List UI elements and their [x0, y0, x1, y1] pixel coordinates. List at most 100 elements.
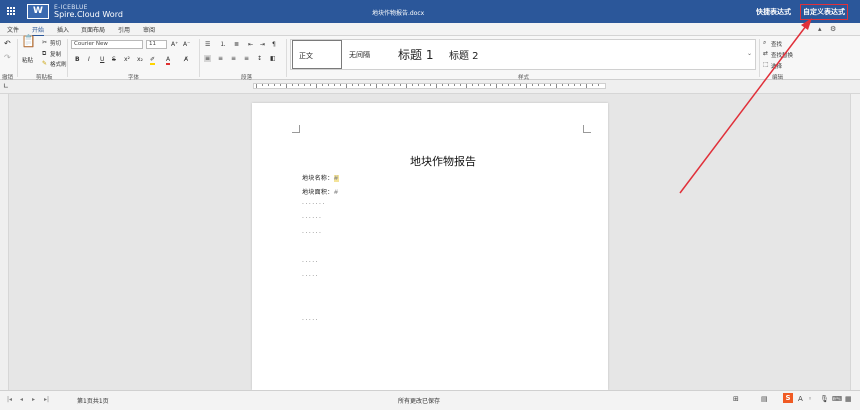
product-name: Spire.Cloud Word: [54, 10, 123, 19]
placeholder-row[interactable]: ······: [302, 230, 322, 237]
placeholder-row[interactable]: ·····: [302, 273, 319, 280]
ruler-tick: [322, 84, 323, 86]
numbered-list-icon[interactable]: ⒈: [220, 41, 226, 48]
increase-indent-icon[interactable]: ⇥: [260, 41, 265, 48]
ruler-tick: [466, 84, 467, 88]
ruler-tick: [496, 84, 497, 88]
tab-stop-selector-icon[interactable]: ∟: [3, 83, 9, 90]
bullet-list-icon[interactable]: ☰: [205, 41, 210, 48]
ribbon: ↶ ↷ 撤销 📋 粘贴 ✂ 剪切 ⧉ 复制 ✎ 格式刷 剪贴板 Courier …: [0, 35, 860, 81]
line-spacing-icon[interactable]: ↕: [257, 55, 262, 62]
tab-insert[interactable]: 插入: [57, 25, 69, 34]
ruler-tick: [424, 84, 425, 86]
ime-english-icon[interactable]: A: [798, 395, 803, 403]
subscript-icon[interactable]: x₂: [137, 56, 143, 63]
strikethrough-icon[interactable]: S: [112, 56, 116, 63]
highlight-icon[interactable]: ✐: [150, 56, 156, 65]
placeholder-row[interactable]: ·····: [302, 259, 319, 266]
language-icon[interactable]: ⊞: [733, 395, 739, 403]
multilevel-list-icon[interactable]: ≣: [234, 41, 239, 48]
ruler-tick: [310, 84, 311, 86]
ruler-tick: [502, 84, 503, 86]
document-line-plot-area[interactable]: 地块面积：#: [302, 187, 339, 196]
shading-icon[interactable]: ◧: [270, 55, 276, 62]
style-no-spacing[interactable]: 无间隔: [343, 40, 391, 69]
document-page[interactable]: 地块作物报告 地块名称：# 地块面积：# ······· ······ ····…: [252, 103, 608, 390]
find-replace-icon[interactable]: ⇄: [763, 50, 768, 57]
justify-icon[interactable]: ≡: [244, 55, 249, 62]
clear-format-icon[interactable]: A̸: [184, 56, 188, 63]
undo-icon[interactable]: ↶: [4, 40, 11, 48]
ruler-tick: [544, 84, 545, 86]
ruler-tick: [538, 84, 539, 86]
style-heading-1[interactable]: 标题 1: [392, 40, 442, 69]
tab-references[interactable]: 引用: [118, 25, 130, 34]
find-replace-button-label[interactable]: 查找替换: [771, 51, 793, 59]
cut-button-label[interactable]: 剪切: [50, 39, 61, 47]
first-page-icon[interactable]: |◂: [7, 396, 12, 403]
ruler-tick: [478, 84, 479, 86]
last-page-icon[interactable]: ▸|: [44, 396, 49, 403]
keyboard-icon[interactable]: ⌨: [832, 395, 842, 403]
font-color-icon[interactable]: A: [166, 56, 171, 65]
format-painter-icon[interactable]: ✎: [42, 60, 47, 67]
ruler-tick: [460, 84, 461, 86]
vertical-scrollbar[interactable]: [850, 94, 860, 390]
collapse-ribbon-icon[interactable]: ▴: [818, 25, 822, 33]
cut-icon[interactable]: ✂: [42, 39, 47, 46]
gear-icon[interactable]: ⚙: [830, 25, 836, 33]
ruler-tick: [388, 84, 389, 86]
next-page-icon[interactable]: ▸: [32, 396, 35, 403]
app-launcher-icon[interactable]: [7, 7, 16, 16]
ruler-tick: [526, 84, 527, 88]
tab-file[interactable]: 文件: [7, 25, 19, 34]
placeholder-row[interactable]: ·······: [302, 201, 326, 208]
font-family-select[interactable]: Courier New: [71, 40, 143, 49]
placeholder-row[interactable]: ······: [302, 215, 322, 222]
underline-icon[interactable]: U: [100, 56, 104, 63]
align-center-icon[interactable]: ≡: [218, 55, 223, 62]
select-button-label[interactable]: 选择: [771, 62, 782, 70]
copy-icon[interactable]: ⧉: [42, 50, 46, 57]
ruler-tick: [436, 84, 437, 88]
ime-menu-icon[interactable]: ▦: [845, 395, 852, 403]
style-normal[interactable]: 正文: [292, 40, 342, 69]
prev-page-icon[interactable]: ◂: [20, 396, 23, 403]
show-marks-icon[interactable]: ¶: [272, 41, 276, 48]
microphone-icon[interactable]: 🎙: [820, 395, 829, 403]
superscript-icon[interactable]: x²: [124, 56, 130, 63]
title-bar: W E-ICEBLUE Spire.Cloud Word 地块作物报告.docx…: [0, 0, 860, 23]
placeholder-row[interactable]: ·····: [302, 317, 319, 324]
quick-expression-button[interactable]: 快捷表达式: [756, 7, 791, 17]
sogou-ime-icon[interactable]: S: [783, 393, 793, 403]
search-icon[interactable]: ⌕: [763, 39, 766, 46]
divider: [286, 39, 287, 77]
ruler-tick: [406, 84, 407, 88]
tab-page-layout[interactable]: 页面布局: [81, 25, 105, 34]
styles-more-icon[interactable]: ⌄: [747, 50, 752, 57]
format-painter-label[interactable]: 格式刷: [50, 60, 67, 68]
align-left-icon[interactable]: ≡: [204, 55, 212, 62]
paste-icon[interactable]: 📋: [21, 35, 36, 47]
italic-icon[interactable]: I: [88, 56, 90, 63]
ruler-tick: [454, 84, 455, 86]
align-right-icon[interactable]: ≡: [231, 55, 236, 62]
redo-icon[interactable]: ↷: [4, 54, 11, 62]
decrease-indent-icon[interactable]: ⇤: [248, 41, 253, 48]
copy-button-label[interactable]: 复制: [50, 50, 61, 58]
document-heading[interactable]: 地块作物报告: [252, 153, 634, 169]
tab-review[interactable]: 审阅: [143, 25, 155, 34]
shrink-font-icon[interactable]: A⁻: [183, 41, 190, 48]
select-icon[interactable]: ⬚: [763, 61, 769, 68]
ruler-tick: [448, 84, 449, 86]
print-layout-icon[interactable]: ▤: [761, 395, 768, 403]
find-button-label[interactable]: 查找: [771, 40, 782, 48]
style-heading-2[interactable]: 标题 2: [443, 40, 493, 69]
ime-punct-icon[interactable]: ◦: [808, 395, 812, 403]
custom-expression-button[interactable]: 自定义表达式: [800, 4, 848, 20]
paste-button-label[interactable]: 粘贴: [22, 56, 33, 64]
grow-font-icon[interactable]: A⁺: [171, 41, 178, 48]
font-size-select[interactable]: 11: [146, 40, 167, 49]
bold-icon[interactable]: B: [75, 56, 80, 63]
document-line-plot-name[interactable]: 地块名称：#: [302, 173, 339, 182]
